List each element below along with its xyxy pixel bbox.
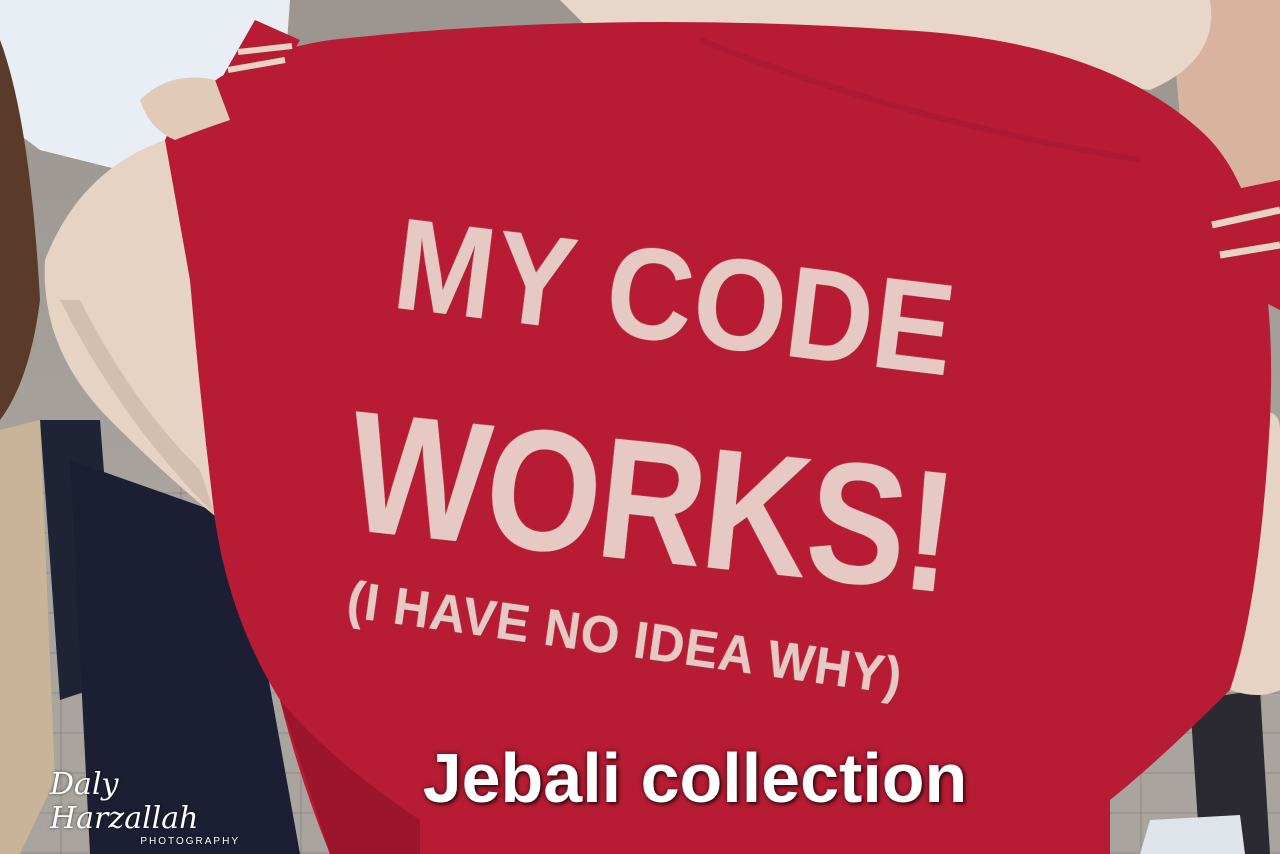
photographer-watermark: Daly Harzallah PHOTOGRAPHY bbox=[50, 767, 250, 848]
watermark-name: Daly Harzallah bbox=[50, 767, 199, 836]
jacket-illustration bbox=[0, 0, 1280, 854]
bystander-right-shoe bbox=[1140, 815, 1245, 854]
watermark-subtitle: PHOTOGRAPHY bbox=[140, 836, 240, 847]
photo-scene: MY CODE WORKS! (I HAVE NO IDEA WHY) Jeba… bbox=[0, 0, 1280, 854]
jacket-body bbox=[165, 22, 1272, 854]
